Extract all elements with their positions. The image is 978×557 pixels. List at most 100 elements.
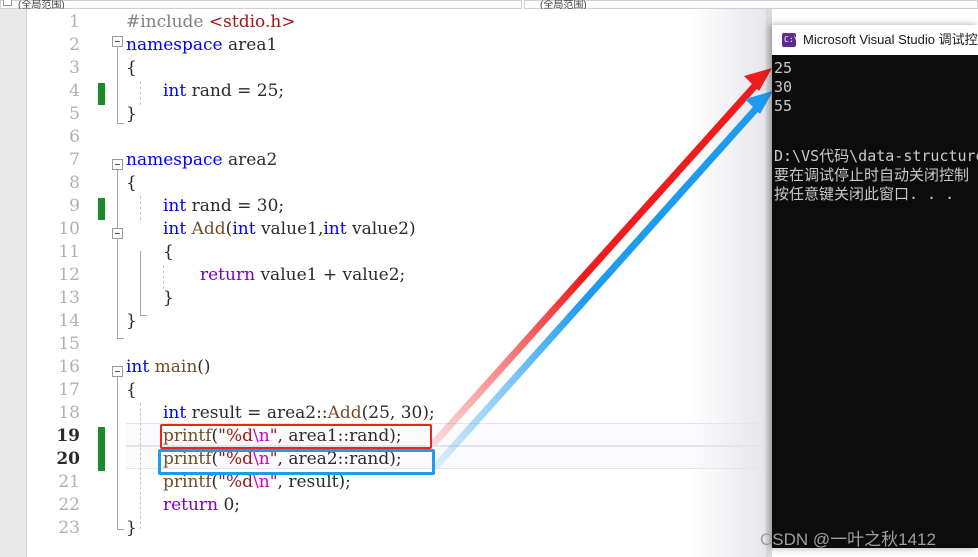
token-keyword-int: int (163, 403, 187, 423)
line-number: 8 (69, 173, 80, 193)
token-scope-operator: :: (316, 403, 328, 423)
token-keyword-int: int (126, 357, 150, 377)
token-keyword-int: int (232, 219, 256, 239)
change-bar-line-19-20 (98, 427, 105, 471)
scope-dropdown-right-label: (全局范围) (540, 0, 587, 9)
selection-margin-separator (26, 9, 27, 557)
token-brace-close: } (126, 518, 137, 538)
code-line-12: return value1 + value2; (200, 265, 406, 285)
token-string-format: "%d (218, 472, 254, 492)
line-number: 7 (69, 150, 80, 170)
code-line-16: int main() (126, 357, 211, 377)
csdn-watermark: CSDN @一叶之秋1412 (760, 530, 936, 549)
token-identifier-result: result (191, 403, 242, 423)
line-number: 1 (69, 12, 80, 32)
fold-guide-main (117, 377, 118, 529)
selection-margin[interactable] (0, 9, 26, 557)
indent-guide-area1 (140, 81, 141, 105)
line-number: 13 (58, 288, 80, 308)
console-output-area[interactable]: 25 30 55 D:\VS代码\data-structure\? 要在调试停止… (772, 55, 978, 548)
token-semicolon: ; (278, 196, 285, 216)
token-semicolon: ; (429, 403, 435, 423)
console-output-line: 30 (774, 78, 793, 96)
fold-end-ns-area1 (117, 123, 124, 124)
annotation-box-blue (158, 449, 435, 475)
line-number: 4 (69, 81, 80, 101)
line-number: 21 (58, 472, 80, 492)
line-number: 2 (69, 35, 80, 55)
indent-guide-add (163, 265, 164, 289)
token-semicolon: ; (399, 265, 406, 285)
line-number: 11 (58, 242, 80, 262)
fold-guide-add-body (140, 251, 141, 315)
annotation-box-red (160, 424, 432, 449)
code-line-18: int result = area2::Add(25, 30); (163, 403, 435, 423)
line-number: 3 (69, 58, 80, 78)
fold-glyph-line-16[interactable] (112, 366, 123, 377)
line-number: 15 (58, 334, 80, 354)
indent-guide-main (140, 403, 141, 529)
line-number: 6 (69, 127, 80, 147)
token-brace-open: { (126, 173, 137, 193)
token-param-value1: value1 (260, 219, 318, 239)
debug-console-window[interactable]: C:\ Microsoft Visual Studio 调试控 25 30 55… (772, 25, 978, 548)
fold-end-ns-area2 (117, 338, 124, 339)
line-number: 16 (58, 357, 80, 377)
token-keyword-int: int (163, 196, 187, 216)
token-identifier-rand: rand (191, 196, 232, 216)
token-include-header: <stdio.h> (208, 12, 296, 32)
token-brace-close: } (126, 311, 137, 331)
line-number-current: 19 (56, 426, 80, 446)
token-namespace-area2: area2 (266, 403, 317, 423)
code-line-1: #include <stdio.h> (126, 11, 296, 34)
code-line-2: namespace area1 (126, 34, 277, 57)
token-identifier-rand: rand (191, 81, 232, 101)
token-keyword-int: int (163, 219, 187, 239)
console-title-bar[interactable]: C:\ Microsoft Visual Studio 调试控 (772, 25, 978, 55)
scope-dropdown-left-label: (全局范围) (18, 0, 65, 9)
dropdown-glyph-icon (3, 0, 12, 6)
console-output-path: D:\VS代码\data-structure\? (774, 147, 978, 165)
token-number-25: 25 (256, 81, 279, 101)
token-semicolon: ; (278, 81, 285, 101)
token-keyword-int: int (163, 81, 187, 101)
line-number: 10 (58, 219, 80, 239)
token-identifier-value2: value2 (342, 265, 400, 285)
change-bar-line-9 (98, 198, 105, 220)
change-bar-line-4 (98, 83, 105, 105)
line-number: 17 (58, 380, 80, 400)
fold-guide-ns-area1 (117, 47, 118, 123)
token-brace-close: } (163, 288, 174, 308)
line-number: 18 (58, 403, 80, 423)
line-number: 5 (69, 104, 80, 124)
token-identifier-value1: value1 (260, 265, 318, 285)
token-include-directive: #include (126, 12, 204, 32)
token-function-add: Add (327, 403, 362, 423)
code-line-8: { (126, 172, 137, 195)
line-number: 23 (58, 518, 80, 538)
token-keyword-namespace: namespace (126, 35, 223, 55)
fold-glyph-line-10[interactable] (112, 228, 123, 239)
token-brace-open: { (126, 380, 137, 400)
console-output-line: 25 (774, 59, 793, 77)
line-number: 12 (58, 265, 80, 285)
code-line-22: return 0; (163, 494, 240, 517)
editor-fade-overlay (690, 9, 772, 557)
token-keyword-int: int (323, 219, 347, 239)
code-line-10: int Add(int value1,int value2) (163, 219, 416, 239)
line-number: 22 (58, 495, 80, 515)
code-line-5: } (126, 103, 137, 126)
code-line-17: { (126, 379, 137, 402)
token-keyword-return: return (200, 265, 256, 285)
line-number: 20 (56, 449, 80, 469)
token-function-printf: printf (163, 472, 212, 492)
navigation-bar: (全局范围) (全局范围) (0, 0, 978, 9)
token-semicolon: ; (345, 472, 351, 492)
code-line-7: namespace area2 (126, 149, 277, 172)
token-string-close: " (269, 472, 278, 492)
fold-glyph-line-2[interactable] (112, 36, 123, 47)
fold-glyph-line-7[interactable] (112, 159, 123, 170)
token-param-value2: value2 (351, 219, 409, 239)
token-brace-open: { (163, 242, 174, 262)
code-line-3: { (126, 57, 137, 80)
